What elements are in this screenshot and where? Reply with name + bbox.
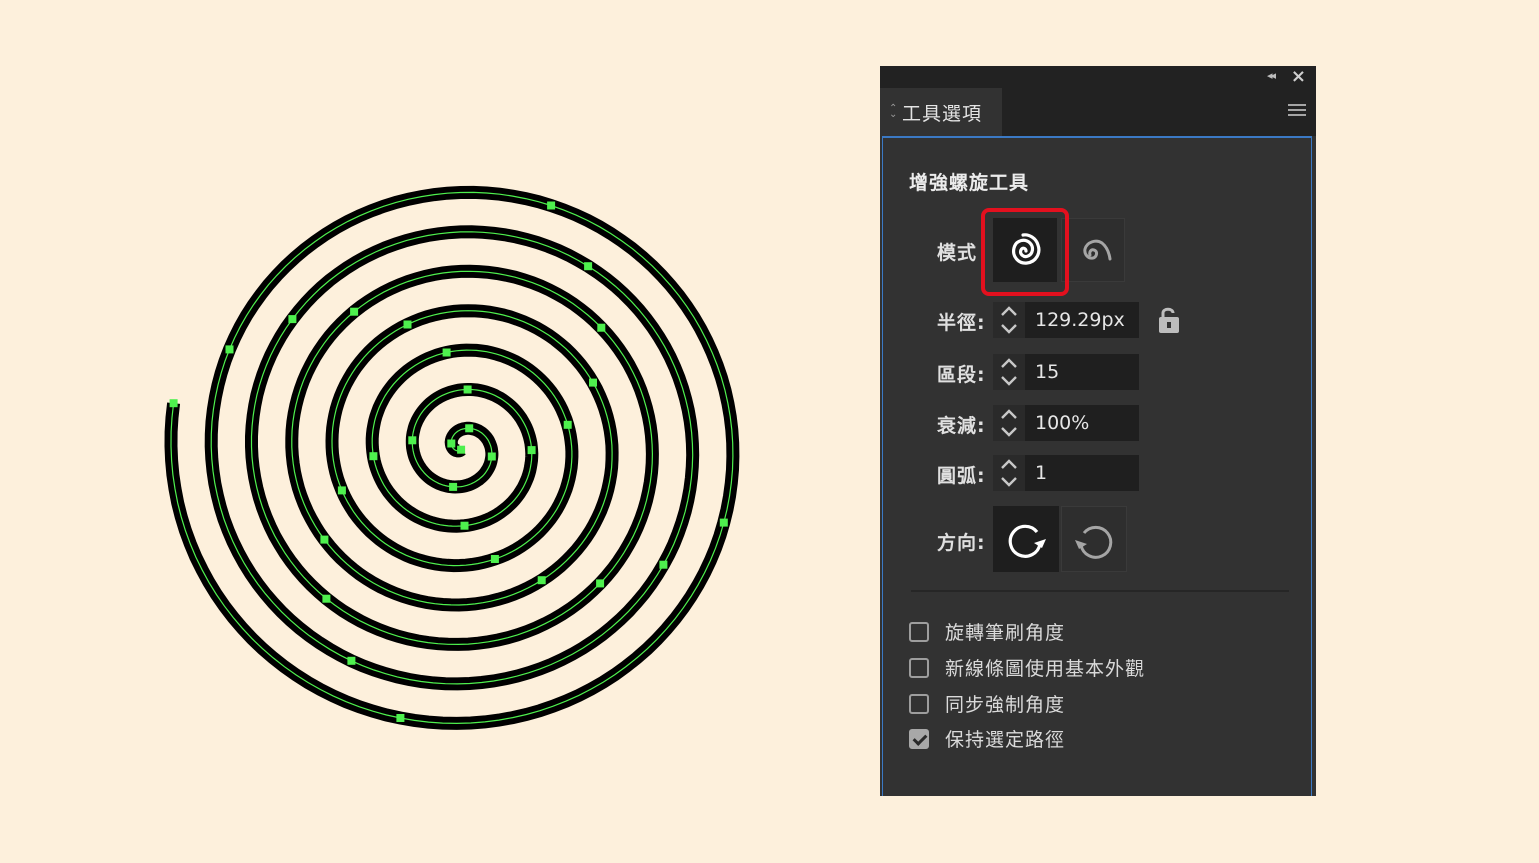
section-divider [911,590,1289,592]
panel-title-bar[interactable]: ◂◂ × [880,66,1316,88]
anchor-point [490,555,499,563]
option-label: 旋轉筆刷角度 [945,622,1066,644]
anchor-point [463,385,472,394]
anchor-point [442,348,451,357]
anchor-point [719,518,728,527]
option-checkbox[interactable] [909,621,929,642]
radius-stepper[interactable] [993,302,1025,338]
rotate-clockwise-icon [1008,524,1046,558]
anchor-point [563,420,572,429]
decay-stepper[interactable] [993,405,1025,441]
anchor-point [457,445,466,454]
direction-counterclockwise-button[interactable] [1061,506,1127,572]
radius-label: 半徑: [937,312,986,334]
spiral-artwork[interactable] [0,0,860,863]
segments-input[interactable]: 15 [1025,354,1139,390]
anchor-point [369,452,378,461]
option-row[interactable]: 同步強制角度 [909,690,1065,717]
option-label: 同步強制角度 [945,694,1066,716]
spiral-open-icon [1083,239,1112,261]
anchor-point [169,399,178,408]
collapse-panel-icon[interactable]: ◂◂ [1267,69,1276,82]
option-checkbox[interactable] [909,728,929,749]
anchor-point [537,576,546,585]
arc-input[interactable]: 1 [1025,455,1139,491]
anchor-point [527,446,536,455]
selected-mode-highlight [981,208,1069,296]
anchor-point [288,315,297,324]
panel-tab-bar: ⌃ ⌄ 工具選項 [880,88,1316,136]
mode-spiral-alt-button[interactable] [1061,218,1125,282]
option-checkbox[interactable] [909,657,929,678]
radius-input[interactable]: 129.29px [1025,302,1139,338]
arc-label: 圓弧: [937,465,986,487]
segments-stepper[interactable] [993,354,1025,390]
close-icon[interactable]: × [1291,66,1306,87]
mode-label: 模式 [937,242,978,264]
anchor-point [487,452,496,461]
anchor-point [225,345,234,354]
anchor-point [584,262,593,271]
anchor-point [337,486,346,495]
tab-grip-icon[interactable]: ⌃ ⌄ [889,104,897,120]
anchor-point [347,656,356,665]
option-row[interactable]: 保持選定路徑 [909,725,1065,752]
rotate-counterclockwise-icon [1075,525,1113,559]
option-label: 保持選定路徑 [945,729,1066,751]
anchor-point [449,482,458,491]
anchor-point [396,714,405,722]
decay-input[interactable]: 100% [1025,405,1139,441]
direction-clockwise-button[interactable] [993,506,1059,572]
tool-options-panel: ◂◂ × ⌃ ⌄ 工具選項 增強螺旋工具 模式 半徑: 129.29px 區段:… [880,66,1316,796]
anchor-point [465,424,474,433]
decay-label: 衰減: [937,415,986,437]
anchor-point [597,323,606,332]
tool-title: 增強螺旋工具 [909,172,1030,194]
stepper-arrows-icon [1001,358,1017,386]
anchor-point [403,320,412,329]
option-checkbox[interactable] [909,693,929,714]
lock-icon[interactable] [1155,304,1183,336]
anchor-point [547,201,556,210]
stepper-arrows-icon [1001,459,1017,487]
stepper-arrows-icon [1001,306,1017,334]
anchor-point [320,535,329,544]
panel-menu-icon[interactable] [1288,104,1306,118]
anchor-point [408,436,417,445]
anchor-point [350,307,359,316]
anchor-point [322,594,331,603]
stepper-arrows-icon [1001,409,1017,437]
anchor-point [447,439,456,448]
option-label: 新線條圖使用基本外觀 [945,658,1146,680]
option-row[interactable]: 旋轉筆刷角度 [909,618,1065,645]
anchor-point [589,378,597,387]
arc-stepper[interactable] [993,455,1025,491]
segments-label: 區段: [937,364,986,386]
option-row[interactable]: 新線條圖使用基本外觀 [909,654,1145,681]
tab-label: 工具選項 [902,102,983,125]
panel-body: 增強螺旋工具 模式 半徑: 129.29px 區段: 15 衰減: 100% 圓… [882,136,1312,796]
anchor-point [460,521,469,530]
direction-label: 方向: [937,532,986,554]
anchor-point [596,579,605,588]
tab-tool-options[interactable]: ⌃ ⌄ 工具選項 [880,88,1002,136]
anchor-point [659,560,668,569]
artboard-canvas[interactable] [0,0,860,863]
